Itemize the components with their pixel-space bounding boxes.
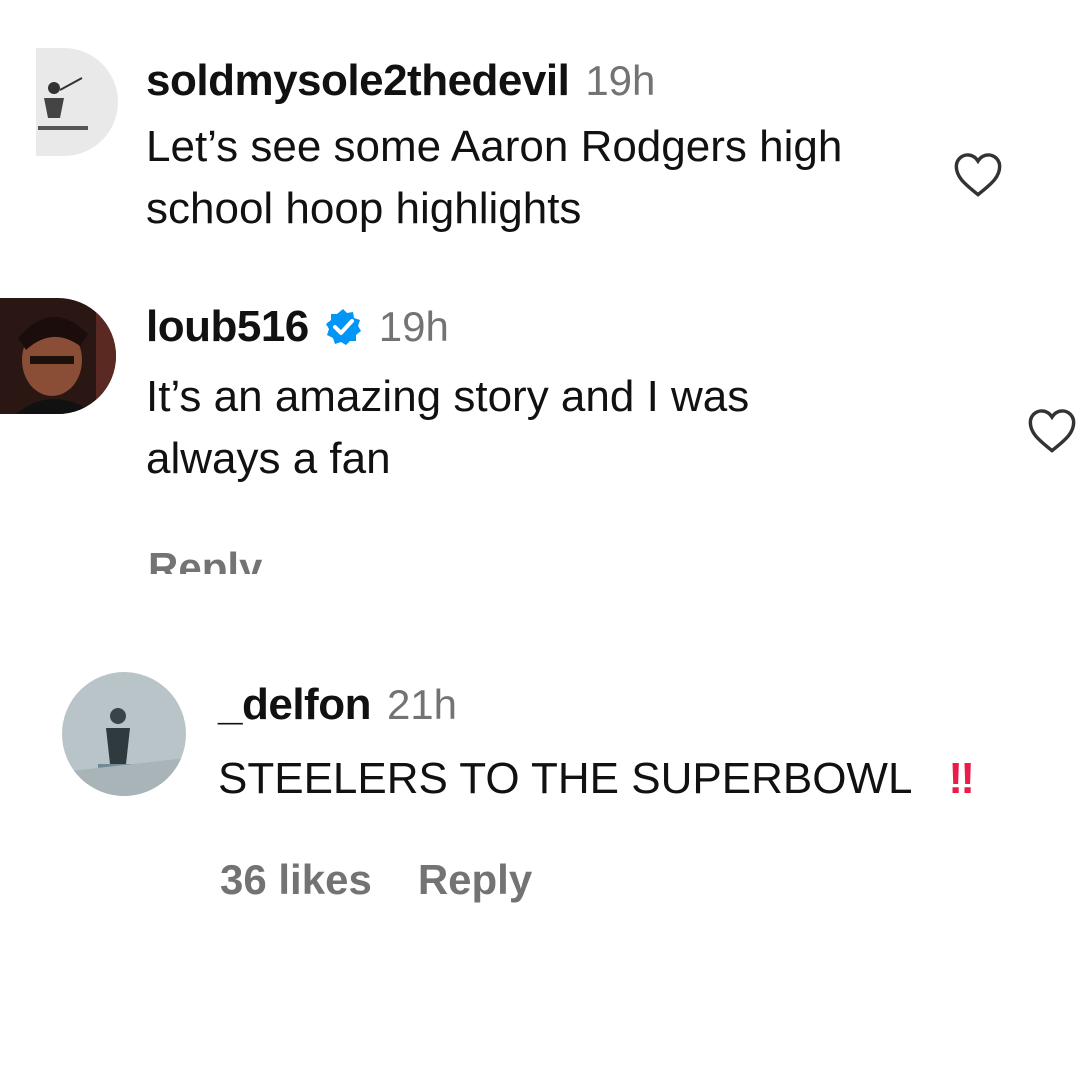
avatar[interactable] (0, 298, 116, 414)
username[interactable]: _delfon (218, 680, 371, 730)
avatar[interactable] (62, 672, 186, 796)
verified-badge-icon (323, 307, 363, 347)
username[interactable]: loub516 (146, 302, 309, 352)
comment-text-line-2: school hoop highlights (146, 184, 582, 233)
double-exclamation-emoji: ‼ (948, 754, 975, 803)
heart-outline-icon[interactable] (952, 150, 1004, 203)
user-avatar-icon (62, 672, 186, 796)
comment-text-line-2: always a fan (146, 434, 391, 483)
username[interactable]: soldmysole2thedevil (146, 56, 570, 106)
avatar[interactable] (36, 48, 118, 156)
timestamp[interactable]: 21h (387, 681, 457, 729)
timestamp[interactable]: 19h (585, 57, 655, 105)
heart-outline-icon[interactable] (1026, 406, 1078, 459)
likes-count[interactable]: 36 likes (220, 856, 372, 903)
reply-button[interactable]: Reply (418, 856, 532, 903)
comment-text-line-1: Let’s see some Aaron Rodgers high (146, 122, 843, 171)
comment-text-line-1: It’s an amazing story and I was (146, 372, 750, 421)
reply-button[interactable]: Reply (148, 542, 262, 574)
timestamp[interactable]: 19h (379, 303, 449, 351)
user-avatar-icon (0, 298, 116, 414)
comment-text: STEELERS TO THE SUPERBOWL (218, 754, 913, 803)
user-avatar-icon (36, 48, 118, 156)
